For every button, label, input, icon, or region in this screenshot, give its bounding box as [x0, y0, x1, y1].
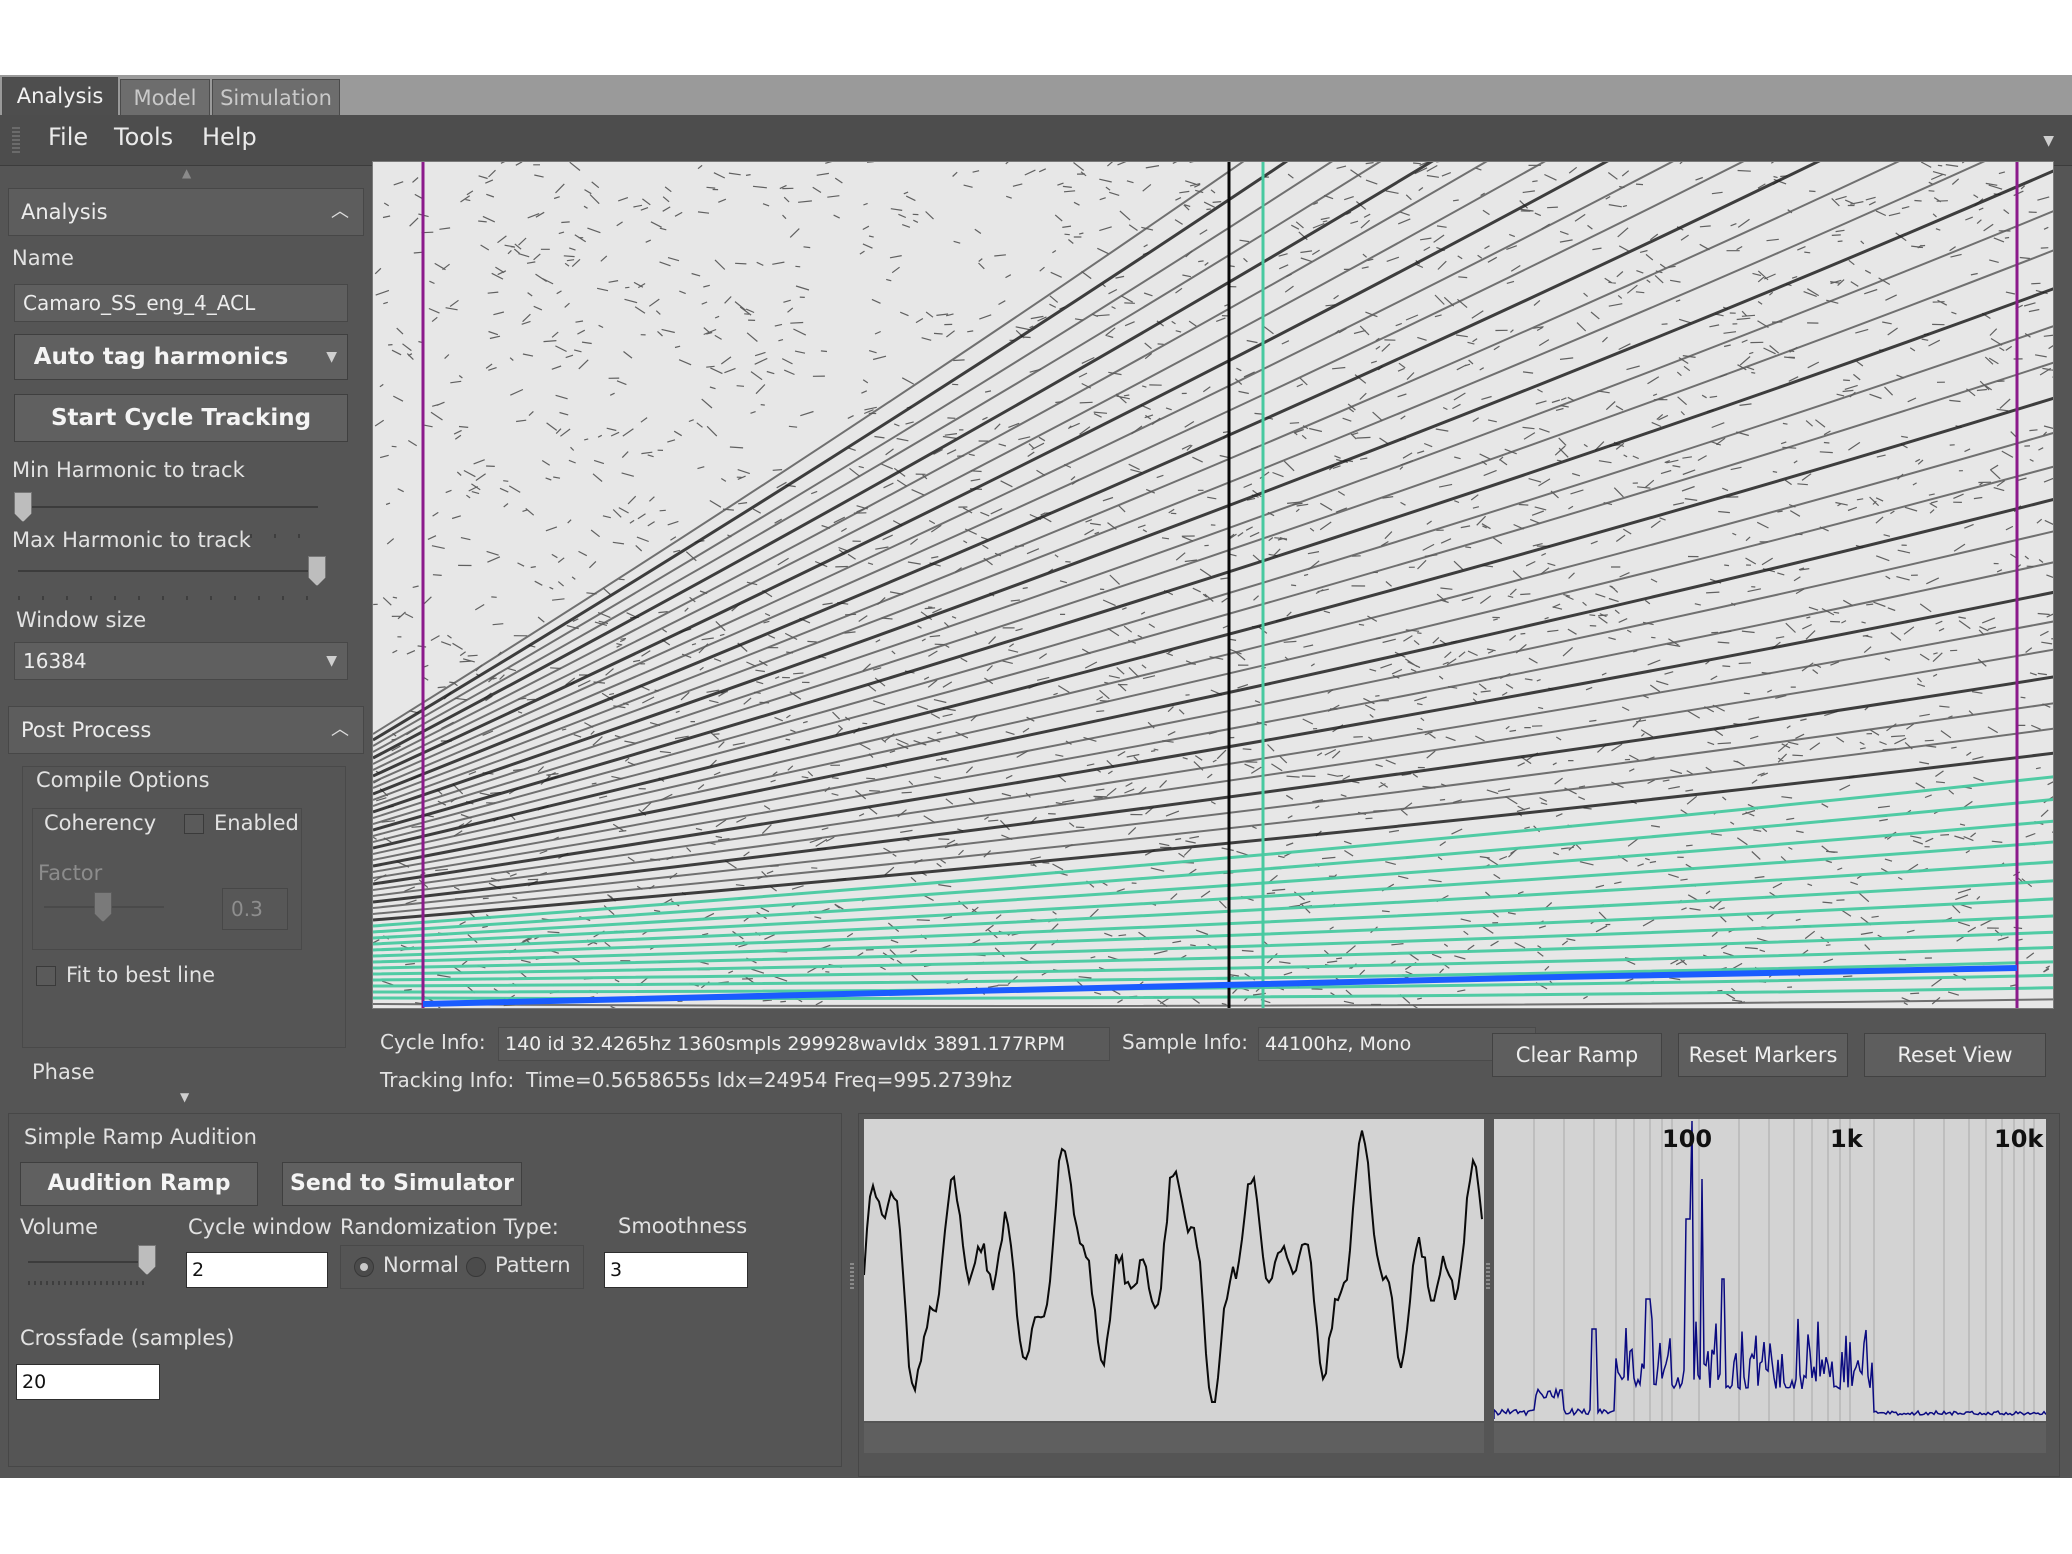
spectrum-label-10k: 10k	[1994, 1125, 2044, 1153]
rollout-post-process-title: Post Process	[21, 718, 152, 742]
tracking-info-value: Time=0.5658655s Idx=24954 Freq=995.2739h…	[526, 1068, 1012, 1092]
phase-label: Phase	[32, 1060, 95, 1084]
crossfade-label: Crossfade (samples)	[20, 1326, 235, 1350]
tab-analysis[interactable]: Analysis	[2, 77, 118, 115]
waveform-plot[interactable]	[864, 1119, 1484, 1421]
tab-model[interactable]: Model	[120, 79, 210, 115]
reset-markers-button[interactable]: Reset Markers	[1678, 1033, 1848, 1077]
coherency-label: Coherency	[44, 811, 157, 835]
chevron-up-icon[interactable]: ︿	[331, 707, 349, 753]
fit-best-line-label: Fit to best line	[66, 963, 216, 987]
volume-label: Volume	[20, 1215, 99, 1239]
splitter-grip-icon[interactable]	[1486, 1261, 1490, 1289]
chevron-down-icon: ▼	[326, 349, 337, 365]
volume-track	[28, 1261, 152, 1263]
tracking-info-label: Tracking Info:	[380, 1068, 515, 1092]
menu-file[interactable]: File	[48, 123, 88, 151]
triangle-down-icon[interactable]: ▼	[2043, 133, 2054, 149]
spectrum-plot[interactable]: 100 1k 10k	[1494, 1119, 2046, 1421]
spectrogram-view[interactable]	[372, 161, 2054, 1009]
reset-view-button[interactable]: Reset View	[1864, 1033, 2046, 1077]
coherency-enabled-checkbox[interactable]	[184, 814, 204, 834]
compile-options-label: Compile Options	[36, 768, 210, 792]
command-panel: ▲ Analysis ︿ Name Camaro_SS_eng_4_ACL Au…	[0, 166, 370, 1190]
window-size-dropdown[interactable]: 16384 ▼	[14, 642, 348, 680]
min-harmonic-track	[18, 506, 318, 508]
spectrogram-canvas[interactable]	[373, 162, 2054, 1009]
cycle-info-label: Cycle Info:	[380, 1030, 486, 1054]
menu-help[interactable]: Help	[202, 123, 257, 151]
tab-bar: Analysis Model Simulation	[0, 75, 2072, 115]
max-harmonic-slider[interactable]	[308, 556, 326, 586]
smoothness-input[interactable]: 3	[604, 1252, 748, 1288]
waveform-trace	[864, 1130, 1483, 1403]
spectrum-canvas	[1494, 1119, 2046, 1421]
start-cycle-tracking-button[interactable]: Start Cycle Tracking	[14, 394, 348, 442]
smoothness-label: Smoothness	[618, 1214, 748, 1238]
menu-bar: File Tools Help ▼	[0, 115, 2072, 166]
window-size-value: 16384	[23, 649, 87, 673]
randomization-label: Randomization Type:	[340, 1215, 559, 1239]
normal-radio[interactable]	[354, 1257, 374, 1277]
fit-best-line-checkbox[interactable]	[36, 966, 56, 986]
crossfade-input[interactable]: 20	[16, 1364, 160, 1400]
clear-ramp-button[interactable]: Clear Ramp	[1492, 1033, 1662, 1077]
waveform-canvas	[864, 1130, 1483, 1403]
pattern-radio[interactable]	[466, 1257, 486, 1277]
volume-ticks	[28, 1281, 148, 1285]
auto-tag-harmonics-label: Auto tag harmonics	[33, 344, 289, 370]
spectrum-label-1k: 1k	[1830, 1125, 1863, 1153]
ramp-line[interactable]	[422, 965, 2018, 1007]
rollout-post-process[interactable]: Post Process ︿	[8, 706, 364, 754]
spectrum-label-100: 100	[1662, 1125, 1713, 1153]
chevron-up-icon[interactable]: ︿	[331, 189, 349, 235]
normal-label: Normal	[383, 1253, 459, 1277]
rollout-analysis-title: Analysis	[21, 200, 108, 224]
sample-info-label: Sample Info:	[1122, 1030, 1248, 1054]
max-harmonic-track	[18, 570, 320, 572]
rollout-analysis[interactable]: Analysis ︿	[8, 188, 364, 236]
pattern-label: Pattern	[495, 1253, 571, 1277]
min-harmonic-label: Min Harmonic to track	[12, 458, 245, 482]
max-harmonic-label: Max Harmonic to track	[12, 528, 251, 552]
grip-icon[interactable]	[12, 127, 20, 153]
name-field[interactable]: Camaro_SS_eng_4_ACL	[14, 284, 348, 322]
chevron-down-icon: ▼	[326, 653, 337, 669]
min-harmonic-slider[interactable]	[14, 492, 32, 522]
send-to-simulator-button[interactable]: Send to Simulator	[282, 1162, 522, 1206]
audition-ramp-button[interactable]: Audition Ramp	[20, 1162, 258, 1206]
splitter-grip-icon[interactable]	[850, 1261, 854, 1289]
menu-tools[interactable]: Tools	[114, 123, 173, 151]
scroll-up-icon[interactable]: ▲	[182, 166, 191, 180]
cycle-window-input[interactable]: 2	[186, 1252, 328, 1288]
scroll-down-icon[interactable]: ▼	[180, 1090, 189, 1104]
cycle-window-label: Cycle window	[188, 1215, 332, 1239]
spectrum-trace	[1494, 1120, 2046, 1419]
max-harmonic-ticks	[18, 596, 320, 600]
factor-label: Factor	[38, 861, 103, 885]
cycle-info-field: 140 id 32.4265hz 1360smpls 299928wavIdx …	[498, 1027, 1110, 1061]
waveform-scrollbar[interactable]	[864, 1423, 1484, 1453]
tab-simulation[interactable]: Simulation	[212, 79, 340, 115]
window-size-label: Window size	[16, 608, 147, 632]
audition-title: Simple Ramp Audition	[24, 1125, 257, 1149]
spectrum-scrollbar[interactable]	[1494, 1423, 2046, 1453]
app-window: Analysis Model Simulation File Tools Hel…	[0, 75, 2072, 1478]
factor-spinner[interactable]: 0.3	[222, 888, 288, 930]
auto-tag-harmonics-dropdown[interactable]: Auto tag harmonics ▼	[14, 334, 348, 380]
coherency-enabled-label: Enabled	[214, 811, 299, 835]
name-label: Name	[12, 246, 74, 270]
max-harmonic-ticks-top	[250, 534, 320, 538]
